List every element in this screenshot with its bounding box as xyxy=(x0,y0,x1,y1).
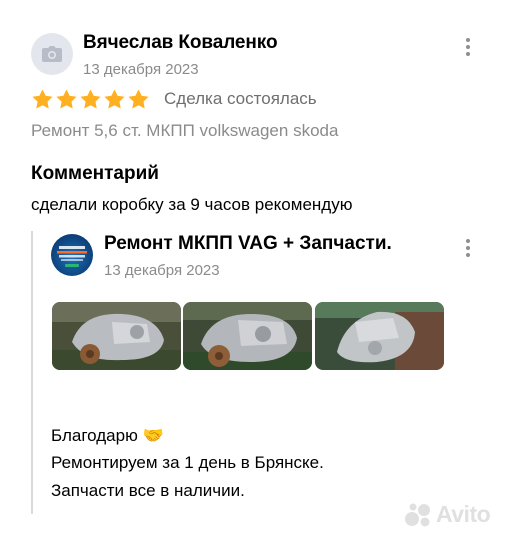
rating-stars xyxy=(31,88,150,111)
star-icon xyxy=(32,89,53,109)
comment-heading: Комментарий xyxy=(31,163,159,184)
star-icon xyxy=(56,89,77,109)
more-vertical-icon[interactable] xyxy=(465,239,471,257)
deal-status: Сделка состоялась xyxy=(164,89,317,108)
gearbox-photo xyxy=(315,302,444,370)
reply-photo[interactable] xyxy=(183,302,312,370)
gearbox-photo xyxy=(183,302,312,370)
avito-logo-icon xyxy=(405,503,430,526)
review-date: 13 декабря 2023 xyxy=(83,61,199,78)
seller-name[interactable]: Ремонт МКПП VAG + Запчасти. xyxy=(104,233,392,255)
watermark-text: Avito xyxy=(436,501,491,527)
reply-date: 13 декабря 2023 xyxy=(104,262,220,279)
reply-photo[interactable] xyxy=(315,302,444,370)
reviewer-avatar[interactable] xyxy=(31,33,73,75)
reply-line: Запчасти все в наличии. xyxy=(51,481,245,500)
reviewed-item-title[interactable]: Ремонт 5,6 ст. МКПП volkswagen skoda xyxy=(31,121,338,141)
reply-photo[interactable] xyxy=(52,302,181,370)
camera-icon xyxy=(42,46,62,62)
seller-avatar[interactable] xyxy=(51,234,93,276)
star-icon xyxy=(128,89,149,109)
star-icon xyxy=(80,89,101,109)
reply-divider xyxy=(31,231,33,514)
star-icon xyxy=(104,89,125,109)
gearbox-photo xyxy=(52,302,181,370)
seller-logo xyxy=(57,246,87,267)
comment-text: сделали коробку за 9 часов рекомендую xyxy=(31,195,353,214)
reply-line: Благодарю 🤝 xyxy=(51,426,164,445)
avito-watermark: Avito xyxy=(404,501,491,528)
more-vertical-icon[interactable] xyxy=(465,38,471,56)
reply-line: Ремонтируем за 1 день в Брянске. xyxy=(51,453,324,472)
reviewer-name[interactable]: Вячеслав Коваленко xyxy=(83,32,278,54)
